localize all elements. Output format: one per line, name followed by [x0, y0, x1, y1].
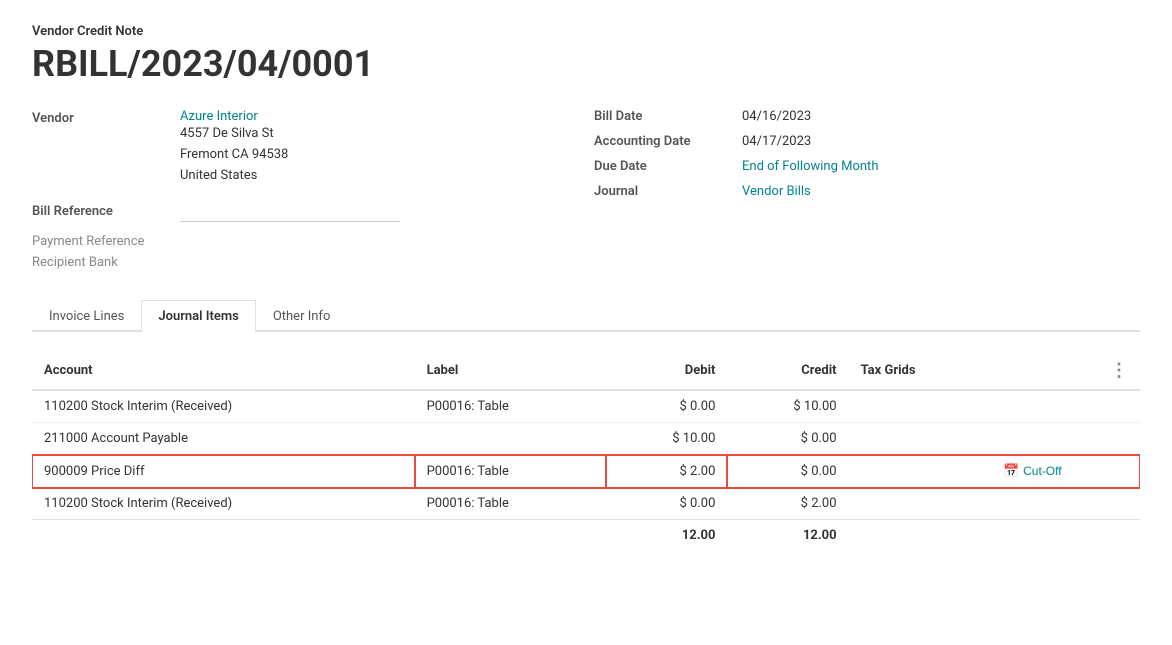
- vendor-name[interactable]: Azure Interior: [180, 109, 578, 124]
- vendor-label: Vendor: [32, 109, 172, 186]
- journal-items-table: Account Label Debit Credit Tax Grids ⋮ 1…: [32, 352, 1140, 551]
- payment-reference-label: Payment Reference: [32, 234, 172, 249]
- due-date-label: Due Date: [594, 159, 734, 174]
- cell-account[interactable]: 110200 Stock Interim (Received): [32, 390, 415, 423]
- doc-number-title: RBILL/2023/04/0001: [32, 43, 1140, 85]
- cell-credit: $ 10.00: [727, 390, 848, 423]
- col-account: Account: [32, 352, 415, 390]
- cell-account[interactable]: 211000 Account Payable: [32, 423, 415, 455]
- col-credit: Credit: [727, 352, 848, 390]
- col-options[interactable]: ⋮: [991, 352, 1140, 390]
- tab-other-info[interactable]: Other Info: [256, 300, 348, 332]
- cell-action[interactable]: 📅 Cut-Off: [991, 455, 1140, 488]
- journal-label: Journal: [594, 184, 734, 199]
- calendar-icon: 📅: [1003, 463, 1019, 479]
- doc-type-label: Vendor Credit Note: [32, 24, 1140, 39]
- bill-date-value: 04/16/2023: [742, 109, 1140, 124]
- cell-credit: $ 2.00: [727, 488, 848, 520]
- tab-bar: Invoice Lines Journal Items Other Info: [32, 300, 1140, 332]
- tab-journal-items[interactable]: Journal Items: [141, 300, 255, 332]
- cell-action: [991, 488, 1140, 520]
- cell-label: P00016: Table: [415, 488, 607, 520]
- tab-invoice-lines[interactable]: Invoice Lines: [32, 300, 141, 332]
- cut-off-label: Cut-Off: [1023, 464, 1061, 478]
- accounting-date-value: 04/17/2023: [742, 134, 1140, 149]
- cell-action: [991, 390, 1140, 423]
- totals-row: 12.00 12.00: [32, 520, 1140, 552]
- cell-action: [991, 423, 1140, 455]
- table-row: 110200 Stock Interim (Received)P00016: T…: [32, 390, 1140, 423]
- recipient-bank-label: Recipient Bank: [32, 255, 172, 270]
- cell-debit: $ 0.00: [606, 488, 727, 520]
- vendor-address-line1: 4557 De Silva St: [180, 126, 274, 141]
- cell-debit: $ 2.00: [606, 455, 727, 488]
- cell-label: [415, 423, 607, 455]
- bill-reference-input[interactable]: [180, 202, 400, 222]
- bill-reference-label: Bill Reference: [32, 202, 172, 222]
- cell-account[interactable]: 900009 Price Diff: [32, 455, 415, 488]
- cell-label: P00016: Table: [415, 455, 607, 488]
- cell-debit: $ 10.00: [606, 423, 727, 455]
- table-row: 900009 Price DiffP00016: Table$ 2.00$ 0.…: [32, 455, 1140, 488]
- col-label: Label: [415, 352, 607, 390]
- cell-credit: $ 0.00: [727, 423, 848, 455]
- cut-off-button[interactable]: 📅 Cut-Off: [1003, 463, 1062, 479]
- cell-account[interactable]: 110200 Stock Interim (Received): [32, 488, 415, 520]
- col-tax-grids: Tax Grids: [849, 352, 991, 390]
- cell-tax-grids: [849, 423, 991, 455]
- cell-tax-grids: [849, 455, 991, 488]
- col-debit: Debit: [606, 352, 727, 390]
- cell-credit: $ 0.00: [727, 455, 848, 488]
- total-credit: 12.00: [727, 520, 848, 552]
- total-debit: 12.00: [606, 520, 727, 552]
- table-row: 211000 Account Payable $ 10.00$ 0.00: [32, 423, 1140, 455]
- cell-debit: $ 0.00: [606, 390, 727, 423]
- bill-date-label: Bill Date: [594, 109, 734, 124]
- vendor-address-line3: United States: [180, 168, 257, 183]
- vendor-address: 4557 De Silva St Fremont CA 94538 United…: [180, 124, 578, 186]
- journal-value[interactable]: Vendor Bills: [742, 184, 1140, 199]
- accounting-date-label: Accounting Date: [594, 134, 734, 149]
- due-date-value[interactable]: End of Following Month: [742, 159, 1140, 174]
- cell-tax-grids: [849, 488, 991, 520]
- cell-tax-grids: [849, 390, 991, 423]
- table-row: 110200 Stock Interim (Received)P00016: T…: [32, 488, 1140, 520]
- vendor-address-line2: Fremont CA 94538: [180, 147, 288, 162]
- cell-label: P00016: Table: [415, 390, 607, 423]
